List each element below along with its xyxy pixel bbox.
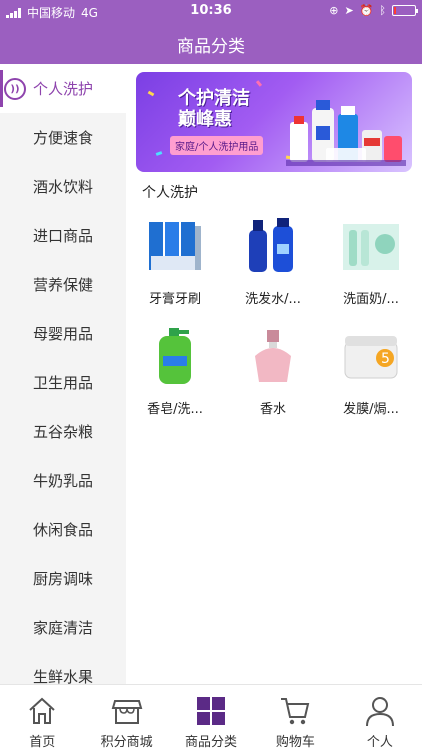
tab-label: 商品分类 — [185, 735, 238, 750]
sidebar-item-label: 牛奶乳品 — [32, 472, 93, 490]
sidebar-item-label: 家庭清洁 — [32, 619, 93, 637]
tab-item[interactable]: 商品分类 — [169, 685, 253, 750]
sidebar-item-label: 厨房调味 — [32, 570, 93, 588]
sidebar-item[interactable]: 休闲食品 — [0, 505, 126, 554]
product-name: 香皂/洗... — [147, 402, 203, 417]
toothpaste-icon — [145, 216, 205, 276]
tab-label: 个人 — [366, 735, 393, 750]
product-name: 洗面奶/... — [343, 292, 399, 307]
active-category-icon: )) — [4, 78, 26, 100]
category-content: 个护清洁 巅峰惠 家庭/个人洗护用品 个人洗护 牙膏牙刷 洗发水/... 洗面奶/.… — [126, 64, 422, 684]
hair-mask-icon: 5 — [341, 326, 401, 386]
tab-label: 首页 — [29, 735, 56, 750]
sidebar-item-label: 方便速食 — [32, 129, 93, 147]
soap-icon — [145, 326, 205, 386]
promo-banner[interactable]: 个护清洁 巅峰惠 家庭/个人洗护用品 — [136, 72, 412, 172]
product-name: 发膜/焗... — [343, 402, 399, 417]
store-icon — [111, 695, 143, 727]
cart-icon — [279, 695, 311, 727]
location-icon: ➤ — [344, 4, 354, 17]
orientation-lock-icon: ⊕ — [329, 4, 339, 17]
product-item[interactable]: 香水 — [224, 322, 322, 432]
sidebar-item[interactable]: 进口商品 — [0, 211, 126, 260]
product-item[interactable]: 洗发水/... — [224, 212, 322, 322]
banner-title-line2: 巅峰惠 — [178, 109, 232, 130]
category-icon — [195, 695, 227, 727]
sidebar-item[interactable]: 方便速食 — [0, 113, 126, 162]
banner-title-line1: 个护清洁 — [178, 88, 250, 109]
banner-products-image — [286, 100, 406, 166]
shampoo-icon — [243, 216, 303, 276]
sidebar-item-label: 进口商品 — [32, 227, 93, 245]
banner-title: 个护清洁 巅峰惠 — [178, 88, 250, 130]
sidebar-item[interactable]: 生鲜水果 — [0, 652, 126, 684]
tab-item[interactable]: 购物车 — [253, 685, 337, 750]
product-name: 洗发水/... — [245, 292, 301, 307]
category-sidebar[interactable]: )) 个人洗护方便速食酒水饮料进口商品营养保健母婴用品卫生用品五谷杂粮牛奶乳品休闲… — [0, 64, 126, 684]
sidebar-item-label: 休闲食品 — [32, 521, 93, 539]
sidebar-item[interactable]: 厨房调味 — [0, 554, 126, 603]
alarm-icon: ⏰ — [359, 4, 374, 17]
tab-bar: 首页 积分商城 商品分类 购物车 个人 — [0, 684, 422, 750]
battery-icon — [392, 5, 418, 16]
page-title: 商品分类 — [177, 37, 245, 57]
sidebar-item[interactable]: )) 个人洗护 — [0, 64, 126, 113]
sidebar-item-label: 母婴用品 — [32, 325, 93, 343]
top-bar: 中国移动 4G 10:36 ⊕ ➤ ⏰ ᛒ 商品分类 — [0, 0, 422, 64]
product-item[interactable]: 香皂/洗... — [126, 322, 224, 432]
sidebar-item[interactable]: 酒水饮料 — [0, 162, 126, 211]
tab-label: 购物车 — [275, 735, 315, 750]
tab-item[interactable]: 积分商城 — [84, 685, 168, 750]
sidebar-item[interactable]: 家庭清洁 — [0, 603, 126, 652]
sidebar-item-label: 营养保健 — [32, 276, 93, 294]
section-title: 个人洗护 — [142, 185, 198, 201]
sidebar-item[interactable]: 母婴用品 — [0, 309, 126, 358]
status-right: ⊕ ➤ ⏰ ᛒ — [329, 4, 418, 17]
user-icon — [364, 695, 396, 727]
sidebar-item-label: 酒水饮料 — [32, 178, 93, 196]
product-item[interactable]: 洗面奶/... — [322, 212, 420, 322]
sidebar-item-label: 五谷杂粮 — [32, 423, 93, 441]
facial-cleanser-icon — [341, 216, 401, 276]
home-icon — [26, 695, 58, 727]
product-item[interactable]: 5 发膜/焗... — [322, 322, 420, 432]
sidebar-item[interactable]: 牛奶乳品 — [0, 456, 126, 505]
sidebar-item[interactable]: 卫生用品 — [0, 358, 126, 407]
status-bar: 中国移动 4G 10:36 ⊕ ➤ ⏰ ᛒ — [0, 0, 422, 22]
svg-text:5: 5 — [381, 351, 390, 367]
sidebar-item[interactable]: 五谷杂粮 — [0, 407, 126, 456]
sidebar-item[interactable]: 营养保健 — [0, 260, 126, 309]
sidebar-item-label: 生鲜水果 — [32, 668, 93, 684]
perfume-icon — [243, 326, 303, 386]
tab-item[interactable]: 个人 — [338, 685, 422, 750]
tab-label: 积分商城 — [100, 735, 153, 750]
product-name: 牙膏牙刷 — [148, 292, 201, 307]
bluetooth-icon: ᛒ — [379, 4, 386, 17]
product-name: 香水 — [259, 402, 286, 417]
tab-item[interactable]: 首页 — [0, 685, 84, 750]
product-item[interactable]: 牙膏牙刷 — [126, 212, 224, 322]
sidebar-item-label: 卫生用品 — [32, 374, 93, 392]
banner-subtitle: 家庭/个人洗护用品 — [170, 136, 264, 155]
sidebar-item-label: 个人洗护 — [32, 80, 93, 98]
